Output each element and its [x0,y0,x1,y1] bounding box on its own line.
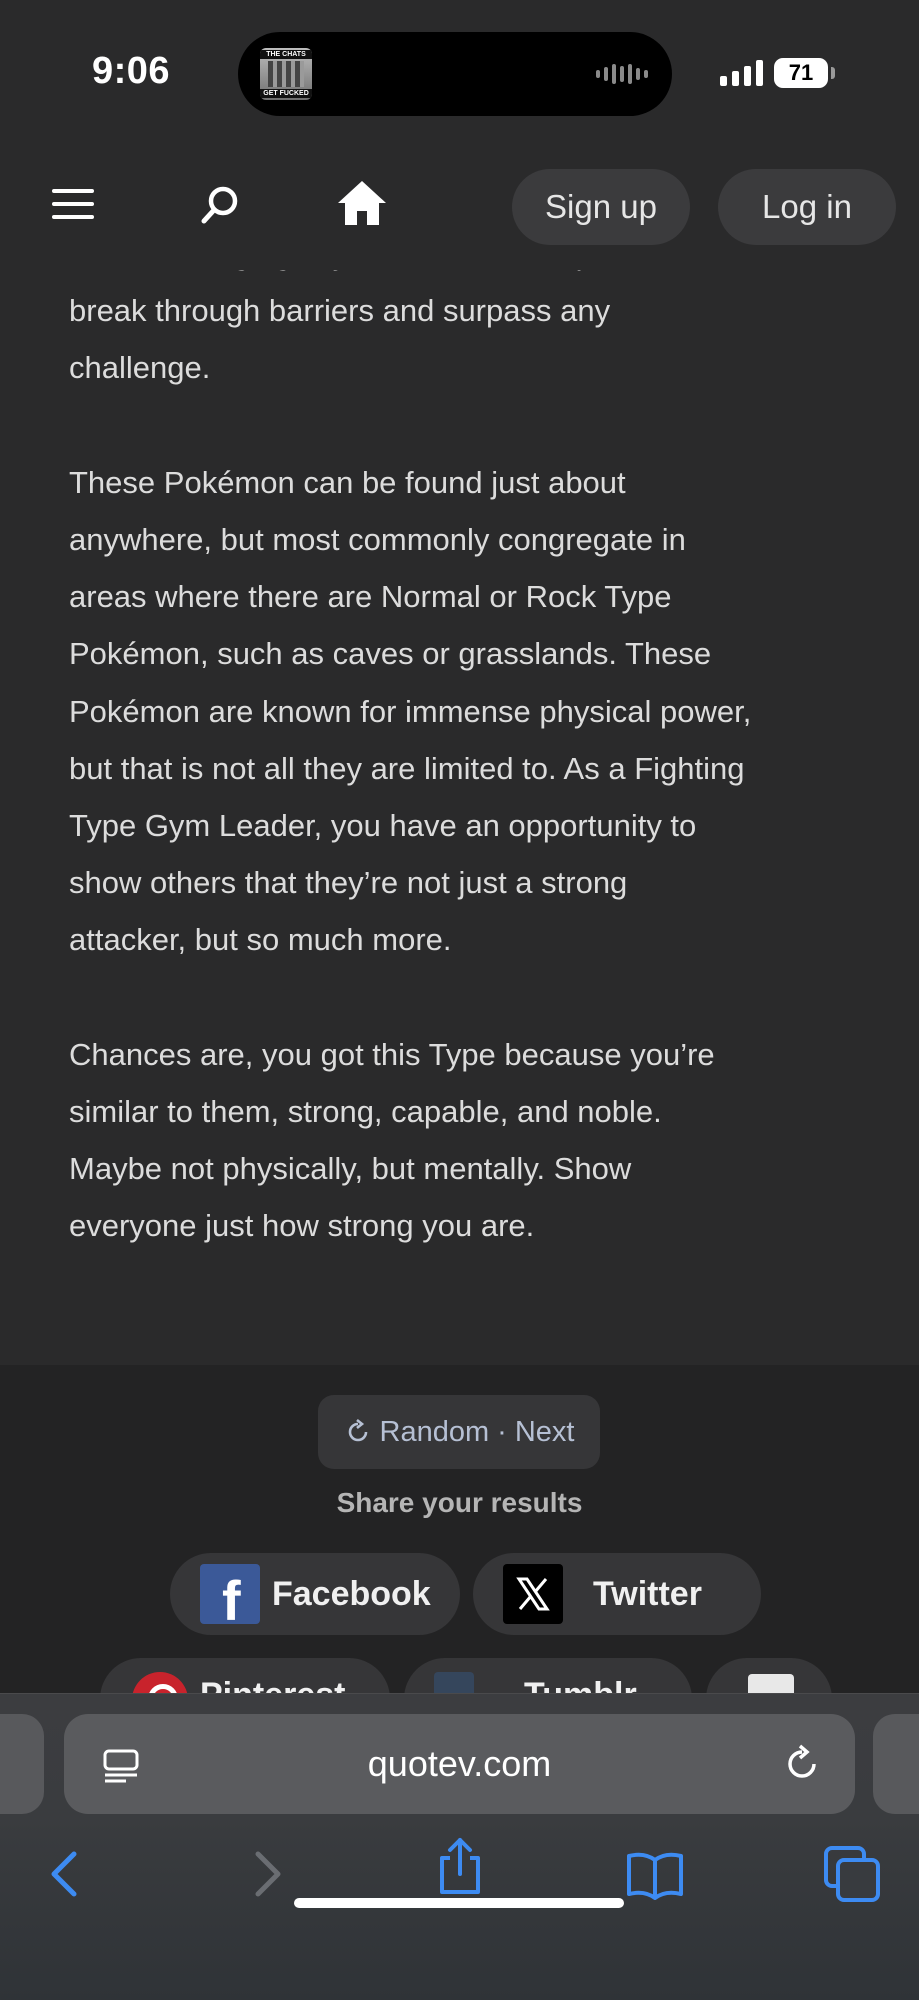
article-line: similar to them, strong, capable, and no… [69,1093,662,1129]
home-icon[interactable] [336,177,388,229]
x-logo-icon [503,1564,563,1624]
audio-waveform-icon [596,64,648,84]
status-bar: 9:06 THE CHATS GET FUCKED 71 [0,0,919,145]
article-line: break through barriers and surpass any [69,293,611,329]
share-facebook-button[interactable]: f Facebook [170,1553,460,1635]
previous-tab-peek[interactable] [0,1714,44,1814]
article-line: Type Gym Leader, you have an opportunity… [69,807,697,843]
separator: · [497,1415,507,1448]
random-label: Random [379,1415,490,1448]
article-line: Maybe not physically, but mentally. Show [69,1151,632,1186]
reload-icon[interactable] [782,1744,822,1784]
browser-toolbar: quotev.com [0,1693,919,2000]
cellular-signal-icon [720,60,763,86]
battery-tip [831,67,835,79]
album-art-bottom-text: GET FUCKED [260,89,312,98]
article-line: but that is not all they are limited to.… [69,750,745,786]
article-line: anywhere, but most commonly congregate i… [69,521,686,557]
article-line: Pokémon are known for immense physical p… [69,693,752,729]
article-line: show others that they’re not just a stro… [69,865,628,901]
clock: 9:06 [92,50,171,92]
address-bar[interactable]: quotev.com [64,1714,855,1814]
results-panel: Random · Next Share your results f Faceb… [0,1365,919,1740]
hamburger-menu-icon[interactable] [52,187,94,221]
back-icon[interactable] [36,1844,96,1904]
battery-level: 71 [788,60,814,85]
facebook-label: Facebook [272,1574,431,1613]
article-line: areas where there are Normal or Rock Typ… [69,579,672,615]
album-art-top-text: THE CHATS [260,50,312,59]
random-next-button[interactable]: Random · Next [318,1395,600,1469]
bookmarks-icon[interactable] [625,1844,685,1904]
refresh-icon [348,1418,367,1442]
article-line: These Pokémon can be found just about [69,464,626,500]
home-indicator[interactable] [294,1898,624,1908]
dynamic-island[interactable]: THE CHATS GET FUCKED [238,32,672,116]
share-icon[interactable] [430,1836,490,1896]
article-line: Pokémon, such as caves or grasslands. Th… [69,636,712,672]
forward-icon[interactable] [236,1844,296,1904]
search-icon[interactable] [196,181,244,229]
twitter-label: Twitter [593,1574,702,1613]
next-label: Next [514,1415,575,1448]
article-body: and the bringing of justice. It has the … [69,225,869,1254]
share-twitter-button[interactable]: Twitter [473,1553,761,1635]
article-line: Chances are, you got this Type because y… [69,1036,715,1072]
login-button[interactable]: Log in [718,169,896,245]
next-tab-peek[interactable] [873,1714,919,1814]
article-line: everyone just how strong you are. [69,1208,535,1244]
album-art-figures [268,61,304,87]
tabs-icon[interactable] [822,1844,882,1904]
facebook-icon: f [200,1564,260,1632]
signup-button[interactable]: Sign up [512,169,690,245]
url-text[interactable]: quotev.com [64,1714,855,1814]
article-line: attacker, but so much more. [69,922,452,958]
article-line: challenge. [69,350,211,386]
battery-icon: 71 [774,58,828,88]
share-title: Share your results [336,1487,583,1518]
site-header: Sign up Log in [0,145,919,270]
now-playing-album-art[interactable]: THE CHATS GET FUCKED [260,48,312,100]
